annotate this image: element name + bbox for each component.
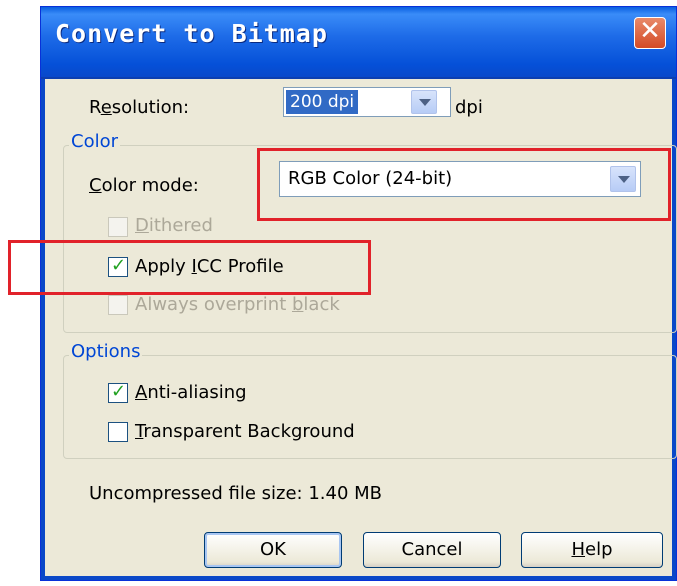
resolution-label: Resolution: (89, 97, 190, 118)
icc-profile-highlight-box (8, 240, 371, 295)
dithered-label: Dithered (135, 215, 213, 236)
file-size-text: Uncompressed file size: 1.40 MB (89, 483, 383, 504)
color-mode-label: Color mode: (89, 175, 199, 196)
resolution-dropdown-button[interactable] (411, 90, 437, 114)
anti-aliasing-checkbox[interactable]: ✓ (108, 381, 128, 403)
transparent-background-checkbox[interactable] (108, 422, 128, 442)
always-overprint-black-label: Always overprint black (135, 294, 340, 315)
window-border-bottom (41, 576, 676, 580)
window-border-left (41, 79, 45, 580)
options-group-legend: Options (69, 341, 143, 362)
title-bar[interactable]: Convert to Bitmap ✕ (41, 7, 676, 79)
close-icon: ✕ (639, 16, 661, 46)
resolution-select[interactable]: 200 dpi (283, 87, 451, 117)
dialog-title: Convert to Bitmap (55, 19, 328, 48)
dithered-checkbox[interactable] (108, 217, 128, 237)
options-group (63, 355, 677, 459)
help-button[interactable]: Help (521, 532, 663, 568)
cancel-button[interactable]: Cancel (363, 532, 501, 568)
anti-aliasing-label: Anti-aliasing (135, 382, 247, 403)
color-group-legend: Color (69, 131, 120, 152)
close-button[interactable]: ✕ (634, 16, 666, 49)
ok-button[interactable]: OK (204, 532, 342, 568)
always-overprint-black-checkbox[interactable] (108, 295, 128, 315)
transparent-background-label: Transparent Background (135, 421, 355, 442)
resolution-value: 200 dpi (286, 90, 359, 114)
resolution-unit: dpi (455, 97, 483, 118)
color-mode-highlight-box (257, 148, 671, 221)
chevron-down-icon (419, 99, 431, 106)
checkmark-icon: ✓ (111, 381, 127, 402)
